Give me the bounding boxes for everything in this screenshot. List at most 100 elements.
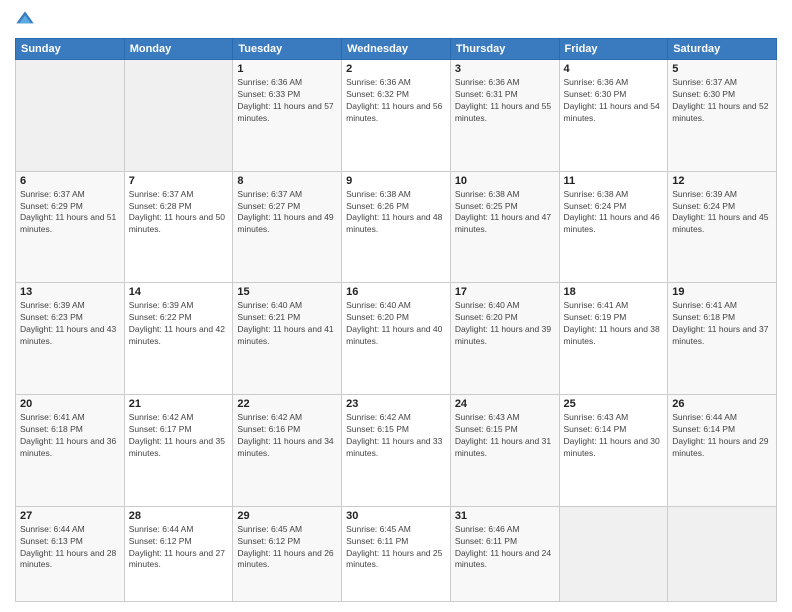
calendar-cell: 23 Sunrise: 6:42 AMSunset: 6:15 PMDayligh… bbox=[342, 395, 451, 507]
day-header-thursday: Thursday bbox=[450, 39, 559, 60]
calendar-cell: 16 Sunrise: 6:40 AMSunset: 6:20 PMDayligh… bbox=[342, 283, 451, 395]
calendar-cell: 5 Sunrise: 6:37 AMSunset: 6:30 PMDaylight… bbox=[668, 60, 777, 172]
day-number: 3 bbox=[455, 63, 555, 75]
page: SundayMondayTuesdayWednesdayThursdayFrid… bbox=[0, 0, 792, 612]
calendar-cell: 21 Sunrise: 6:42 AMSunset: 6:17 PMDayligh… bbox=[124, 395, 233, 507]
day-number: 12 bbox=[672, 175, 772, 187]
calendar-cell: 11Sunrise: 6:38 AMSunset: 6:24 PMDayligh… bbox=[559, 171, 668, 283]
day-number: 28 bbox=[129, 510, 229, 522]
day-number: 14 bbox=[129, 286, 229, 298]
calendar-cell: 6 Sunrise: 6:37 AMSunset: 6:29 PMDaylight… bbox=[16, 171, 125, 283]
day-detail: Sunrise: 6:44 AMSunset: 6:14 PMDaylight:… bbox=[672, 412, 772, 460]
calendar-cell: 19Sunrise: 6:41 AMSunset: 6:18 PMDayligh… bbox=[668, 283, 777, 395]
day-detail: Sunrise: 6:43 AMSunset: 6:14 PMDaylight:… bbox=[564, 412, 664, 460]
calendar-cell: 12 Sunrise: 6:39 AMSunset: 6:24 PMDayligh… bbox=[668, 171, 777, 283]
calendar-cell: 17Sunrise: 6:40 AMSunset: 6:20 PMDayligh… bbox=[450, 283, 559, 395]
day-number: 20 bbox=[20, 398, 120, 410]
day-detail: Sunrise: 6:45 AMSunset: 6:12 PMDaylight:… bbox=[237, 524, 337, 572]
calendar-cell: 24Sunrise: 6:43 AMSunset: 6:15 PMDayligh… bbox=[450, 395, 559, 507]
calendar-cell bbox=[124, 60, 233, 172]
day-detail: Sunrise: 6:36 AMSunset: 6:31 PMDaylight:… bbox=[455, 77, 555, 125]
calendar-cell: 10Sunrise: 6:38 AMSunset: 6:25 PMDayligh… bbox=[450, 171, 559, 283]
day-number: 27 bbox=[20, 510, 120, 522]
header bbox=[15, 10, 777, 30]
day-detail: Sunrise: 6:36 AMSunset: 6:33 PMDaylight:… bbox=[237, 77, 337, 125]
calendar-cell: 27 Sunrise: 6:44 AMSunset: 6:13 PMDayligh… bbox=[16, 506, 125, 601]
calendar-header-row: SundayMondayTuesdayWednesdayThursdayFrid… bbox=[16, 39, 777, 60]
day-number: 31 bbox=[455, 510, 555, 522]
day-number: 30 bbox=[346, 510, 446, 522]
day-detail: Sunrise: 6:39 AMSunset: 6:24 PMDaylight:… bbox=[672, 189, 772, 237]
day-detail: Sunrise: 6:37 AMSunset: 6:30 PMDaylight:… bbox=[672, 77, 772, 125]
day-number: 9 bbox=[346, 175, 446, 187]
day-number: 2 bbox=[346, 63, 446, 75]
week-row-0: 1 Sunrise: 6:36 AMSunset: 6:33 PMDaylight… bbox=[16, 60, 777, 172]
calendar-cell: 13 Sunrise: 6:39 AMSunset: 6:23 PMDayligh… bbox=[16, 283, 125, 395]
calendar-cell: 3 Sunrise: 6:36 AMSunset: 6:31 PMDaylight… bbox=[450, 60, 559, 172]
calendar: SundayMondayTuesdayWednesdayThursdayFrid… bbox=[15, 38, 777, 602]
calendar-cell: 31 Sunrise: 6:46 AMSunset: 6:11 PMDayligh… bbox=[450, 506, 559, 601]
day-number: 6 bbox=[20, 175, 120, 187]
day-detail: Sunrise: 6:37 AMSunset: 6:29 PMDaylight:… bbox=[20, 189, 120, 237]
calendar-cell: 8 Sunrise: 6:37 AMSunset: 6:27 PMDaylight… bbox=[233, 171, 342, 283]
day-detail: Sunrise: 6:41 AMSunset: 6:19 PMDaylight:… bbox=[564, 300, 664, 348]
day-number: 4 bbox=[564, 63, 664, 75]
day-number: 1 bbox=[237, 63, 337, 75]
day-number: 13 bbox=[20, 286, 120, 298]
day-detail: Sunrise: 6:42 AMSunset: 6:15 PMDaylight:… bbox=[346, 412, 446, 460]
calendar-cell: 9 Sunrise: 6:38 AMSunset: 6:26 PMDaylight… bbox=[342, 171, 451, 283]
day-detail: Sunrise: 6:45 AMSunset: 6:11 PMDaylight:… bbox=[346, 524, 446, 572]
day-detail: Sunrise: 6:40 AMSunset: 6:21 PMDaylight:… bbox=[237, 300, 337, 348]
calendar-cell: 26 Sunrise: 6:44 AMSunset: 6:14 PMDayligh… bbox=[668, 395, 777, 507]
day-number: 16 bbox=[346, 286, 446, 298]
day-header-monday: Monday bbox=[124, 39, 233, 60]
day-detail: Sunrise: 6:40 AMSunset: 6:20 PMDaylight:… bbox=[346, 300, 446, 348]
day-detail: Sunrise: 6:44 AMSunset: 6:12 PMDaylight:… bbox=[129, 524, 229, 572]
day-number: 25 bbox=[564, 398, 664, 410]
day-detail: Sunrise: 6:42 AMSunset: 6:17 PMDaylight:… bbox=[129, 412, 229, 460]
day-header-friday: Friday bbox=[559, 39, 668, 60]
day-number: 7 bbox=[129, 175, 229, 187]
day-number: 17 bbox=[455, 286, 555, 298]
calendar-cell: 28 Sunrise: 6:44 AMSunset: 6:12 PMDayligh… bbox=[124, 506, 233, 601]
calendar-cell: 25 Sunrise: 6:43 AMSunset: 6:14 PMDayligh… bbox=[559, 395, 668, 507]
day-detail: Sunrise: 6:38 AMSunset: 6:26 PMDaylight:… bbox=[346, 189, 446, 237]
logo-icon bbox=[15, 10, 35, 30]
calendar-cell: 15 Sunrise: 6:40 AMSunset: 6:21 PMDayligh… bbox=[233, 283, 342, 395]
day-number: 5 bbox=[672, 63, 772, 75]
week-row-4: 27 Sunrise: 6:44 AMSunset: 6:13 PMDayligh… bbox=[16, 506, 777, 601]
day-detail: Sunrise: 6:41 AMSunset: 6:18 PMDaylight:… bbox=[20, 412, 120, 460]
day-header-tuesday: Tuesday bbox=[233, 39, 342, 60]
day-number: 8 bbox=[237, 175, 337, 187]
day-detail: Sunrise: 6:39 AMSunset: 6:23 PMDaylight:… bbox=[20, 300, 120, 348]
day-number: 24 bbox=[455, 398, 555, 410]
calendar-cell bbox=[16, 60, 125, 172]
day-number: 21 bbox=[129, 398, 229, 410]
calendar-cell: 22Sunrise: 6:42 AMSunset: 6:16 PMDayligh… bbox=[233, 395, 342, 507]
calendar-cell: 14 Sunrise: 6:39 AMSunset: 6:22 PMDayligh… bbox=[124, 283, 233, 395]
day-header-sunday: Sunday bbox=[16, 39, 125, 60]
day-detail: Sunrise: 6:36 AMSunset: 6:30 PMDaylight:… bbox=[564, 77, 664, 125]
day-detail: Sunrise: 6:42 AMSunset: 6:16 PMDaylight:… bbox=[237, 412, 337, 460]
day-number: 26 bbox=[672, 398, 772, 410]
day-detail: Sunrise: 6:37 AMSunset: 6:27 PMDaylight:… bbox=[237, 189, 337, 237]
day-number: 23 bbox=[346, 398, 446, 410]
day-detail: Sunrise: 6:46 AMSunset: 6:11 PMDaylight:… bbox=[455, 524, 555, 572]
calendar-cell: 29 Sunrise: 6:45 AMSunset: 6:12 PMDayligh… bbox=[233, 506, 342, 601]
day-detail: Sunrise: 6:44 AMSunset: 6:13 PMDaylight:… bbox=[20, 524, 120, 572]
day-detail: Sunrise: 6:36 AMSunset: 6:32 PMDaylight:… bbox=[346, 77, 446, 125]
day-detail: Sunrise: 6:37 AMSunset: 6:28 PMDaylight:… bbox=[129, 189, 229, 237]
calendar-cell: 1 Sunrise: 6:36 AMSunset: 6:33 PMDaylight… bbox=[233, 60, 342, 172]
day-detail: Sunrise: 6:39 AMSunset: 6:22 PMDaylight:… bbox=[129, 300, 229, 348]
calendar-cell: 4 Sunrise: 6:36 AMSunset: 6:30 PMDaylight… bbox=[559, 60, 668, 172]
day-number: 29 bbox=[237, 510, 337, 522]
day-number: 10 bbox=[455, 175, 555, 187]
calendar-cell bbox=[559, 506, 668, 601]
day-number: 15 bbox=[237, 286, 337, 298]
day-number: 18 bbox=[564, 286, 664, 298]
calendar-cell bbox=[668, 506, 777, 601]
week-row-3: 20 Sunrise: 6:41 AMSunset: 6:18 PMDayligh… bbox=[16, 395, 777, 507]
day-header-saturday: Saturday bbox=[668, 39, 777, 60]
day-detail: Sunrise: 6:41 AMSunset: 6:18 PMDaylight:… bbox=[672, 300, 772, 348]
week-row-2: 13 Sunrise: 6:39 AMSunset: 6:23 PMDayligh… bbox=[16, 283, 777, 395]
